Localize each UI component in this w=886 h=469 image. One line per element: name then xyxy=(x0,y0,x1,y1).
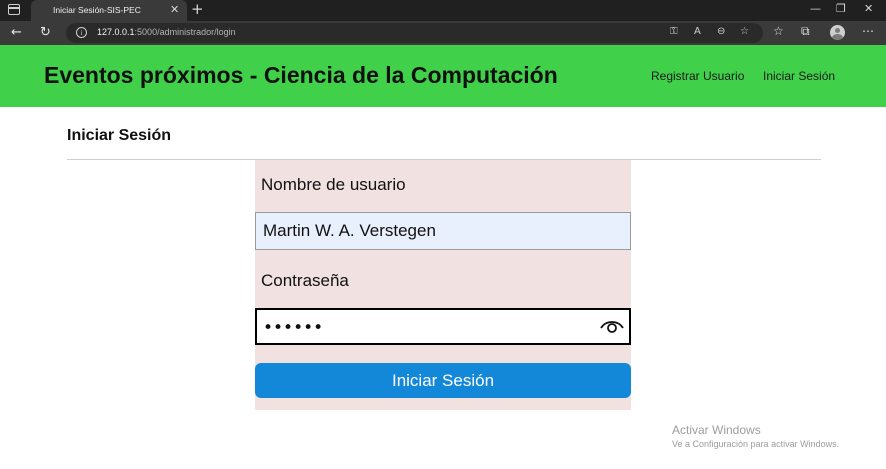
page-title: Iniciar Sesión xyxy=(67,127,172,144)
minimize-icon[interactable]: — xyxy=(810,2,821,15)
login-form: Nombre de usuario Contraseña •••••• Inic… xyxy=(255,160,631,410)
nav-link-register[interactable]: Registrar Usuario xyxy=(651,69,744,83)
favorite-add-icon[interactable]: ☆ xyxy=(740,26,749,37)
zoom-out-icon[interactable]: ⊖ xyxy=(717,26,725,37)
url-host: 127.0.0.1 xyxy=(97,27,135,37)
plus-icon[interactable]: + xyxy=(191,0,204,18)
tab-title: Iniciar Sesión-SIS-PEC xyxy=(53,5,141,15)
url-text: 127.0.0.1:5000/administrador/login xyxy=(97,27,236,37)
close-window-icon[interactable]: ✕ xyxy=(864,2,873,15)
address-toolbar: ← ↻ i 127.0.0.1:5000/administrador/login… xyxy=(0,21,886,45)
url-field[interactable]: i 127.0.0.1:5000/administrador/login ⚿ A… xyxy=(66,23,763,43)
key-icon[interactable]: ⚿ xyxy=(670,26,678,37)
site-brand[interactable]: Eventos próximos - Ciencia de la Computa… xyxy=(44,62,558,89)
collections-icon[interactable]: ⧉ xyxy=(801,24,810,39)
login-button[interactable]: Iniciar Sesión xyxy=(255,363,631,398)
window-menu-icon[interactable] xyxy=(8,4,20,15)
password-field[interactable]: •••••• xyxy=(255,308,631,345)
username-field[interactable] xyxy=(255,212,631,250)
site-navbar: Eventos próximos - Ciencia de la Computa… xyxy=(0,45,886,107)
profile-avatar[interactable] xyxy=(830,25,845,40)
info-icon[interactable]: i xyxy=(76,27,87,38)
password-value: •••••• xyxy=(263,318,324,338)
activate-windows-hint: Ve a Configuración para activar Windows. xyxy=(672,439,840,449)
back-arrow-icon[interactable]: ← xyxy=(11,25,22,40)
username-label: Nombre de usuario xyxy=(261,175,406,194)
password-label: Contraseña xyxy=(261,271,349,290)
read-aloud-icon[interactable]: A xyxy=(694,26,701,37)
close-icon[interactable]: ✕ xyxy=(170,3,179,16)
maximize-icon[interactable]: ❐ xyxy=(836,2,846,15)
reload-icon[interactable]: ↻ xyxy=(40,25,51,40)
eye-icon[interactable] xyxy=(600,318,624,336)
browser-tab-bar: Iniciar Sesión-SIS-PEC ✕ + — ❐ ✕ xyxy=(0,0,886,21)
more-options-icon[interactable]: ⋯ xyxy=(862,24,874,38)
browser-tab[interactable]: Iniciar Sesión-SIS-PEC ✕ xyxy=(31,0,187,21)
favorites-icon[interactable]: ☆ xyxy=(773,24,784,38)
nav-link-login[interactable]: Iniciar Sesión xyxy=(763,69,835,83)
activate-windows-title: Activar Windows xyxy=(672,423,761,437)
url-path: :5000/administrador/login xyxy=(134,27,236,37)
